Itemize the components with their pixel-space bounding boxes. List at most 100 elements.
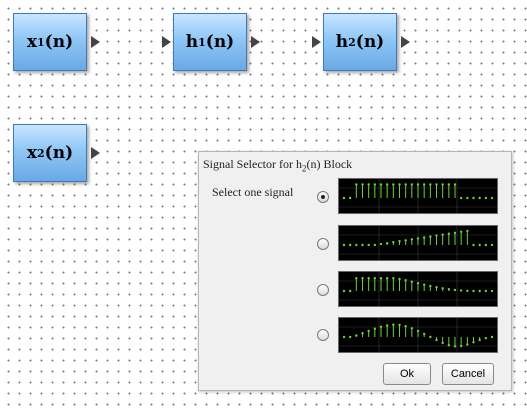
block-h1-input-port[interactable] <box>162 36 171 48</box>
stem-point <box>441 341 444 345</box>
stem-point <box>348 243 352 247</box>
stem-point <box>447 183 451 186</box>
stem-point <box>379 277 383 280</box>
stem-point <box>398 240 401 243</box>
block-x2-arg: (n) <box>44 143 74 163</box>
signal-plot-2[interactable] <box>338 225 498 261</box>
stem-point <box>447 344 451 347</box>
signal-plot-1[interactable] <box>338 178 498 214</box>
stem-point <box>348 335 352 339</box>
block-h1-output-port[interactable] <box>251 36 260 48</box>
stem-point <box>355 183 358 186</box>
stem-point <box>367 277 370 280</box>
signal-plot-3[interactable] <box>338 271 498 307</box>
signal-radio-1[interactable] <box>317 191 329 203</box>
stem-point <box>373 243 377 247</box>
stem-point <box>410 327 414 330</box>
stem-point <box>373 183 377 186</box>
stem-point <box>466 343 469 346</box>
stem-point <box>410 183 414 186</box>
stem-point <box>404 239 407 242</box>
stem-point <box>392 277 395 280</box>
stem-point <box>478 196 481 200</box>
stem-point <box>435 286 438 289</box>
stem-point <box>466 229 469 233</box>
signal-radio-3[interactable] <box>317 284 329 296</box>
stem-point <box>422 183 426 186</box>
stem-point <box>453 345 457 348</box>
stem-point <box>441 233 444 236</box>
block-h2[interactable]: h 2 (n) <box>323 13 397 71</box>
stem-point <box>441 183 444 186</box>
stem-point <box>490 196 494 200</box>
stem-point <box>429 183 432 186</box>
block-h2-output-port[interactable] <box>401 36 410 48</box>
stem-point <box>342 196 346 200</box>
signal-selector-dialog: Signal Selector for h2(n) Block Select o… <box>198 151 512 391</box>
stem-point <box>361 243 364 247</box>
select-signal-prompt: Select one signal <box>212 185 294 199</box>
stem-point <box>453 288 457 292</box>
block-h1-sub: 1 <box>198 35 206 49</box>
stem-point <box>435 234 438 237</box>
stem-point <box>385 324 389 327</box>
dialog-title: Signal Selector for h2(n) Block <box>203 157 352 173</box>
stem-point <box>342 289 346 293</box>
ok-button[interactable]: Ok <box>383 363 431 385</box>
stem-point <box>429 235 432 238</box>
stem-point <box>398 183 401 186</box>
stem-point <box>472 196 475 200</box>
stem-point <box>459 196 463 200</box>
block-x2-output-port[interactable] <box>91 147 100 159</box>
stem-point <box>410 238 414 241</box>
stem-point <box>472 341 475 344</box>
stem-point <box>416 237 420 240</box>
stem-point <box>435 338 438 342</box>
block-h1[interactable]: h 1 (n) <box>173 13 247 71</box>
stem-point <box>459 230 463 233</box>
cancel-button[interactable]: Cancel <box>442 363 494 385</box>
stem-point <box>385 242 389 245</box>
stem-point <box>484 243 488 247</box>
stem-point <box>484 196 488 200</box>
stem-point <box>404 183 407 186</box>
stem-point <box>459 344 463 348</box>
stem-point <box>490 335 494 339</box>
stem-point <box>385 183 389 186</box>
stem-point <box>478 243 481 247</box>
stem-point <box>373 277 377 280</box>
stem-point <box>490 243 494 247</box>
stem-point <box>429 335 432 339</box>
stem-point <box>422 283 426 286</box>
signal-radio-4[interactable] <box>317 329 329 341</box>
stem-point <box>342 335 346 339</box>
stem-point <box>484 337 488 340</box>
stem-point <box>355 243 358 247</box>
block-x1[interactable]: x 1 (n) <box>13 13 87 71</box>
stem-point <box>453 183 457 186</box>
stem-point <box>348 196 352 200</box>
block-x1-base: x <box>26 32 38 52</box>
stem-point <box>355 334 358 337</box>
stem-point <box>453 231 457 235</box>
stem-point <box>416 282 420 285</box>
stem-point <box>459 289 463 292</box>
stem-point <box>392 323 395 326</box>
block-x2[interactable]: x 2 (n) <box>13 124 87 182</box>
stem-point <box>367 329 370 333</box>
stem-point <box>422 236 426 239</box>
signal-plot-4[interactable] <box>338 317 498 353</box>
stem-point <box>342 243 346 247</box>
stem-point <box>379 183 383 186</box>
signal-radio-2[interactable] <box>317 238 329 250</box>
stem-point <box>404 325 407 328</box>
stem-point <box>447 288 451 291</box>
stem-point <box>478 289 481 293</box>
stem-point <box>404 279 407 282</box>
block-x1-arg: (n) <box>44 32 74 52</box>
block-x1-output-port[interactable] <box>91 36 100 48</box>
stem-point <box>478 338 481 342</box>
stem-point <box>441 287 444 290</box>
block-h2-input-port[interactable] <box>312 36 321 48</box>
stem-point <box>379 242 383 246</box>
